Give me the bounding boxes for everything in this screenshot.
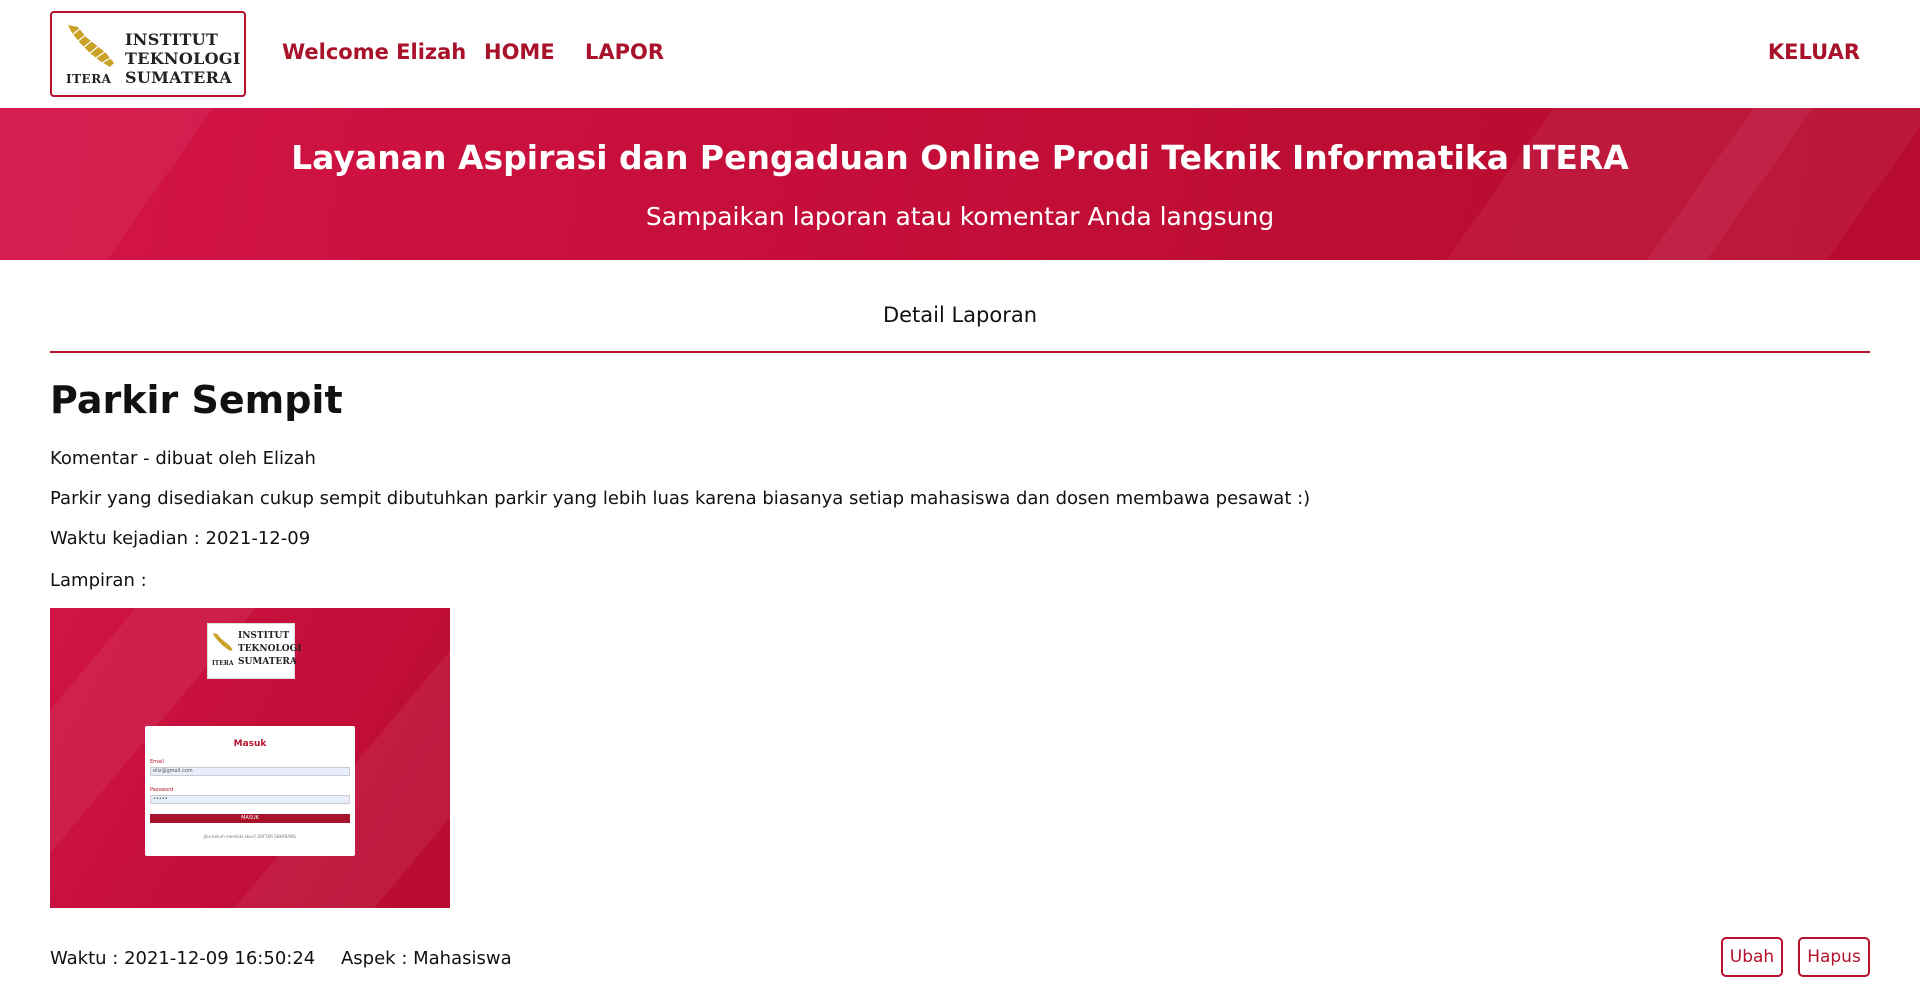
- attachment-password-input: •••••: [150, 795, 350, 804]
- attachment-password-label: Password: [150, 787, 174, 793]
- itera-logo-icon: [68, 25, 114, 67]
- attachment-label: Lampiran :: [50, 570, 147, 591]
- attachment-logo-line-3: SUMATERA: [238, 657, 297, 667]
- report-footer-info: Waktu : 2021-12-09 16:50:24 Aspek : Maha…: [50, 948, 512, 969]
- report-meta: Komentar - dibuat oleh Elizah: [50, 448, 316, 469]
- edit-button[interactable]: Ubah: [1721, 937, 1783, 977]
- attachment-email-input: eliz@gmail.com: [150, 767, 350, 776]
- logo-line-3: SUMATERA: [125, 68, 232, 87]
- divider: [50, 351, 1870, 353]
- attachment-footnote: Jika belum memiliki akun? DAFTAR SEKARAN…: [203, 834, 297, 839]
- report-aspect: Aspek : Mahasiswa: [340, 948, 512, 969]
- nav-logout-link[interactable]: KELUAR: [1768, 40, 1860, 64]
- attachment-email-label: Email: [150, 759, 164, 765]
- attachment-image[interactable]: INSTITUT TEKNOLOGI SUMATERA ITERA Masuk …: [50, 608, 450, 908]
- report-title: Parkir Sempit: [50, 378, 343, 422]
- logo-abbr: ITERA: [66, 72, 112, 86]
- attachment-logo-line-2: TEKNOLOGI: [238, 644, 302, 654]
- delete-button[interactable]: Hapus: [1798, 937, 1870, 977]
- logo-line-1: INSTITUT: [125, 30, 219, 49]
- nav-home-link[interactable]: HOME: [484, 40, 555, 64]
- attachment-login-card: Masuk Email eliz@gmail.com Password ••••…: [145, 726, 355, 856]
- welcome-text: Welcome Elizah: [282, 40, 467, 64]
- nav-lapor-link[interactable]: LAPOR: [585, 40, 664, 64]
- attachment-logo: INSTITUT TEKNOLOGI SUMATERA ITERA: [207, 623, 302, 679]
- report-description: Parkir yang disediakan cukup sempit dibu…: [50, 488, 1311, 509]
- attachment-logo-line-1: INSTITUT: [238, 631, 290, 641]
- hero-subtitle: Sampaikan laporan atau komentar Anda lan…: [645, 202, 1275, 231]
- attachment-login-button: MASUK: [150, 814, 350, 823]
- report-time: Waktu : 2021-12-09 16:50:24: [50, 948, 316, 969]
- section-title: Detail Laporan: [882, 303, 1038, 327]
- hero-banner: Layanan Aspirasi dan Pengaduan Online Pr…: [0, 108, 1920, 260]
- attachment-logo-abbr: ITERA: [212, 660, 234, 667]
- attachment-card-title: Masuk: [233, 739, 267, 749]
- itera-logo[interactable]: INSTITUT TEKNOLOGI SUMATERA ITERA: [50, 11, 246, 97]
- hero-decoration: [0, 108, 214, 260]
- itera-logo-icon: [212, 633, 233, 652]
- hero-title: Layanan Aspirasi dan Pengaduan Online Pr…: [291, 138, 1629, 177]
- navbar: INSTITUT TEKNOLOGI SUMATERA ITERA Welcom…: [0, 0, 1920, 108]
- logo-line-2: TEKNOLOGI: [125, 49, 241, 68]
- report-incident-time: Waktu kejadian : 2021-12-09: [50, 528, 311, 549]
